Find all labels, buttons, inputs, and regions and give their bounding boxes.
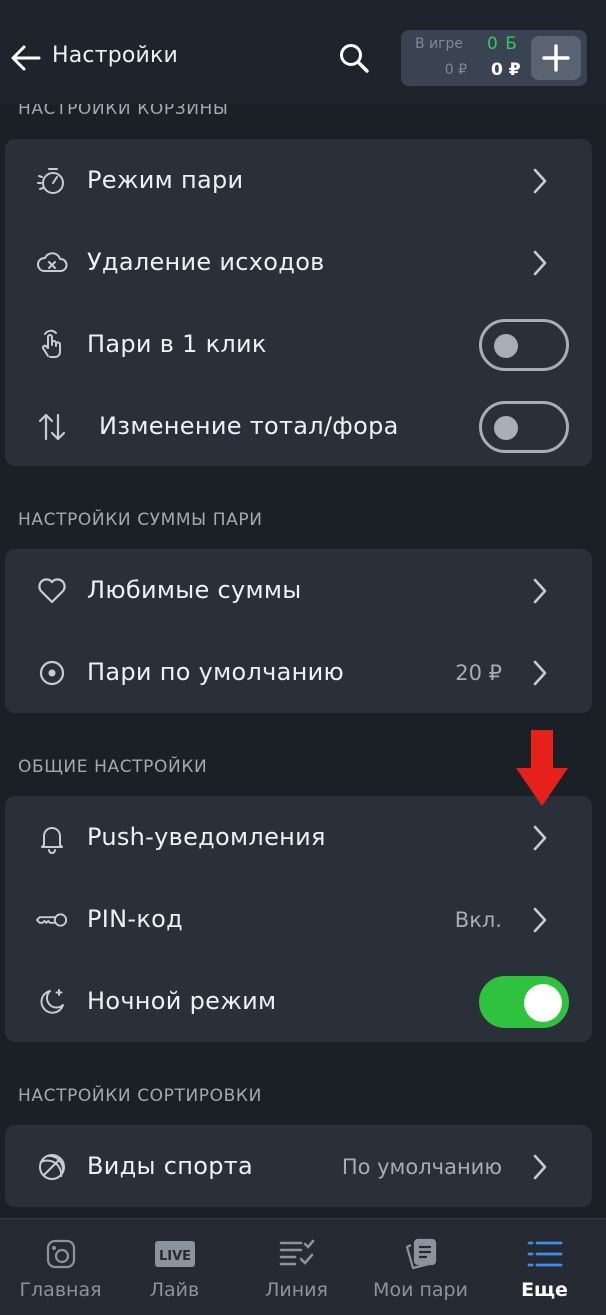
night-mode-toggle[interactable]: [479, 976, 569, 1028]
nav-label: Лайв: [149, 1279, 200, 1301]
nav-label: Мои пари: [373, 1279, 468, 1301]
nav-label: Линия: [265, 1279, 328, 1301]
chevron-right-icon: [525, 574, 555, 608]
checklist-icon: [236, 1237, 357, 1271]
toggle-knob: [494, 334, 518, 358]
money-balance: 0 ₽: [491, 60, 521, 80]
live-icon: LIVE: [114, 1237, 235, 1271]
key-icon: [35, 903, 69, 937]
row-sport-types[interactable]: Виды спорта По умолчанию: [5, 1125, 592, 1207]
toggle-knob: [524, 984, 562, 1022]
total-handicap-toggle[interactable]: [479, 401, 569, 453]
row-label: Виды спорта: [87, 1152, 254, 1180]
section-title-amount: НАСТРОЙКИ СУММЫ ПАРИ: [18, 510, 263, 530]
row-label: Режим пари: [87, 166, 244, 194]
row-label: PIN-код: [87, 905, 184, 933]
bottom-navigation: Главная LIVE Лайв Линия Мои пари Еще: [0, 1218, 606, 1315]
chevron-right-icon: [525, 903, 555, 937]
card-cart-settings: Режим пари Удаление исходов Пари в 1 кли…: [5, 139, 592, 466]
row-remove-outcomes[interactable]: Удаление исходов: [5, 221, 592, 303]
ball-icon: [35, 1150, 69, 1184]
chevron-right-icon: [525, 246, 555, 280]
red-arrow-annotation-icon: [516, 730, 568, 806]
row-default-bet[interactable]: Пари по умолчанию 20 ₽: [5, 631, 592, 713]
plus-icon: [542, 44, 570, 72]
arrow-left-icon: [11, 45, 41, 71]
sort-arrows-icon: [35, 410, 69, 444]
section-title-general: ОБЩИЕ НАСТРОЙКИ: [18, 757, 208, 777]
sport-types-value: По умолчанию: [341, 1155, 502, 1179]
menu-list-icon: [484, 1237, 605, 1271]
row-total-handicap-change: Изменение тотал/фора: [5, 385, 592, 467]
app-header: Настройки В игре 0 ₽ 0 Б 0 ₽: [0, 0, 606, 104]
settings-screen: Настройки В игре 0 ₽ 0 Б 0 ₽ НАСТРОЙКИ К…: [0, 0, 606, 1315]
in-game-value: 0 ₽: [444, 62, 467, 78]
default-bet-value: 20 ₽: [455, 661, 502, 685]
home-ball-icon: [0, 1237, 121, 1271]
chevron-right-icon: [525, 656, 555, 690]
deposit-button[interactable]: [531, 36, 581, 80]
pin-code-value: Вкл.: [454, 908, 502, 932]
chevron-right-icon: [525, 1150, 555, 1184]
back-button[interactable]: [6, 38, 46, 78]
moon-icon: [35, 985, 69, 1019]
bonus-balance: 0 Б: [487, 34, 518, 54]
search-button[interactable]: [334, 38, 374, 78]
tap-hand-icon: [35, 328, 69, 362]
search-icon: [340, 44, 369, 73]
in-game-label: В игре: [415, 36, 464, 52]
card-sorting-settings: Виды спорта По умолчанию: [5, 1125, 592, 1207]
nav-label: Главная: [19, 1279, 102, 1301]
row-label: Любимые суммы: [87, 576, 302, 604]
one-click-toggle[interactable]: [479, 319, 569, 371]
row-pin-code[interactable]: PIN-код Вкл.: [5, 878, 592, 960]
row-bet-mode[interactable]: Режим пари: [5, 139, 592, 221]
page-title: Настройки: [52, 43, 179, 68]
heart-icon: [35, 574, 69, 608]
nav-live[interactable]: LIVE Лайв: [114, 1219, 235, 1315]
tickets-icon: [360, 1237, 481, 1271]
row-label: Ночной режим: [87, 987, 277, 1015]
cloud-remove-icon: [35, 246, 69, 280]
row-one-click-bet: Пари в 1 клик: [5, 303, 592, 385]
row-push-notifications[interactable]: Push-уведомления: [5, 796, 592, 878]
row-label: Пари в 1 клик: [87, 330, 267, 358]
target-icon: [35, 656, 69, 690]
bell-icon: [35, 821, 69, 855]
timer-icon: [35, 164, 69, 198]
chevron-right-icon: [525, 821, 555, 855]
toggle-knob: [494, 416, 518, 440]
row-favorite-amounts[interactable]: Любимые суммы: [5, 549, 592, 631]
row-label: Push-уведомления: [87, 823, 326, 851]
nav-line[interactable]: Линия: [236, 1219, 357, 1315]
nav-more[interactable]: Еще: [484, 1219, 605, 1315]
row-label: Пари по умолчанию: [87, 658, 345, 686]
section-title-sorting: НАСТРОЙКИ СОРТИРОВКИ: [18, 1086, 262, 1106]
row-night-mode: Ночной режим: [5, 960, 592, 1042]
card-general-settings: Push-уведомления PIN-код Вкл. Ночной реж…: [5, 796, 592, 1042]
balance-widget[interactable]: В игре 0 ₽ 0 Б 0 ₽: [401, 30, 587, 86]
row-label: Изменение тотал/фора: [99, 412, 399, 440]
nav-label: Еще: [521, 1279, 568, 1301]
nav-home[interactable]: Главная: [0, 1219, 121, 1315]
nav-my-bets[interactable]: Мои пари: [360, 1219, 481, 1315]
card-amount-settings: Любимые суммы Пари по умолчанию 20 ₽: [5, 549, 592, 713]
chevron-right-icon: [525, 164, 555, 198]
row-label: Удаление исходов: [87, 248, 325, 276]
live-icon-text: LIVE: [158, 1249, 190, 1264]
